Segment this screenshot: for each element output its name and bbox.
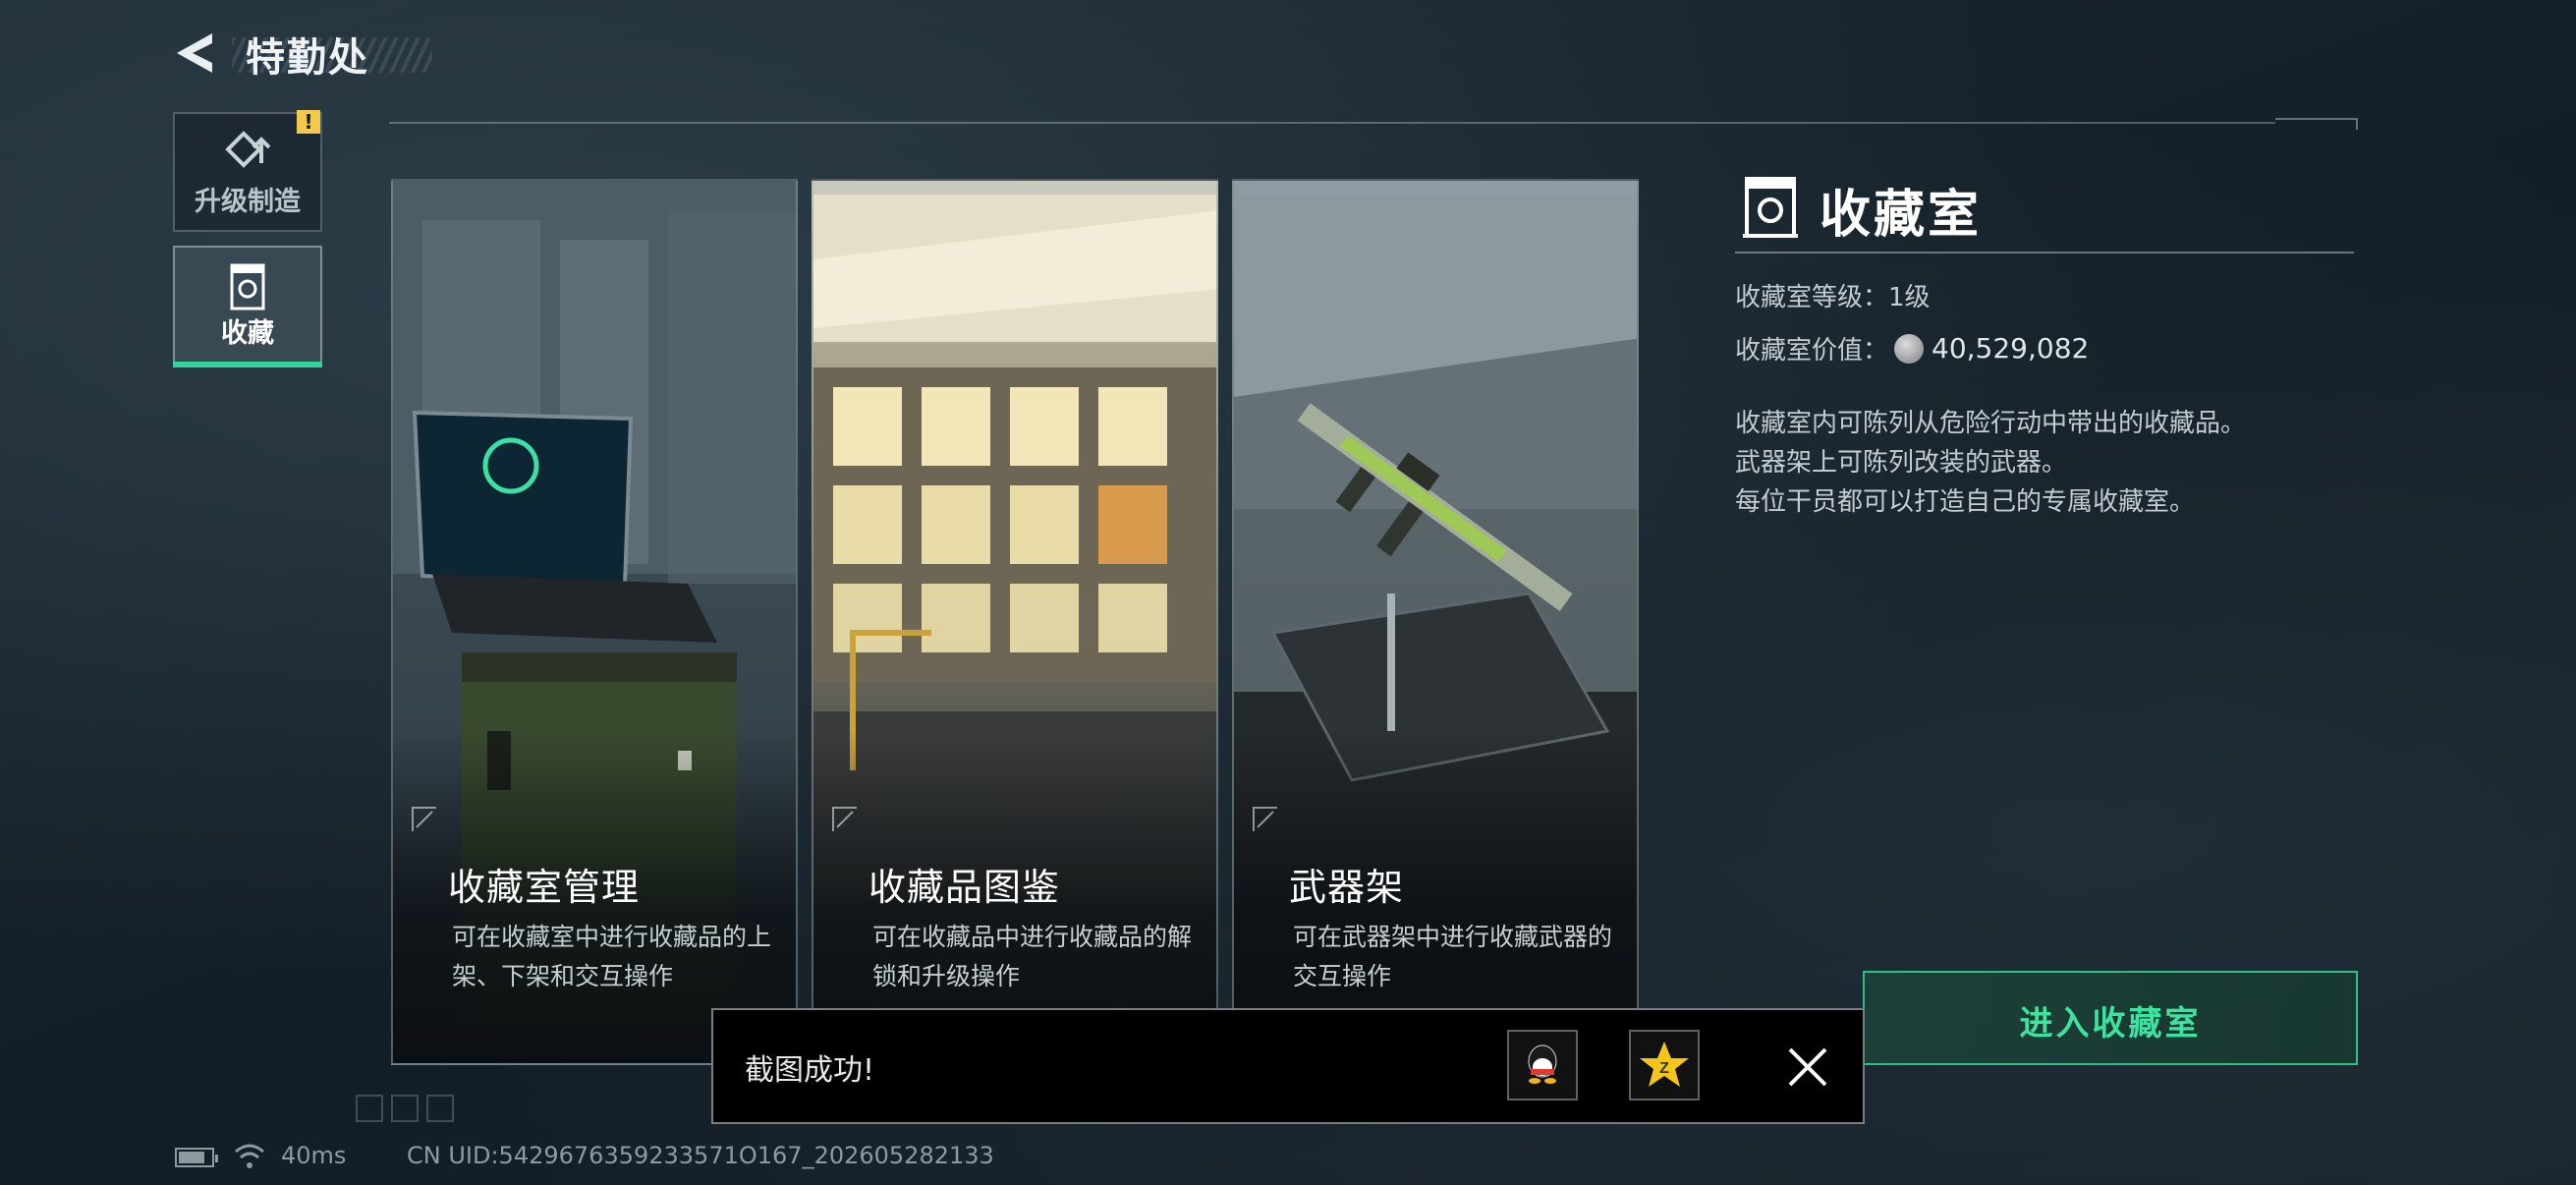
collection-room-icon — [1743, 177, 1798, 238]
panel-description-line: 武器架上可陈列改装的武器。 — [1735, 448, 2068, 478]
sidebar-item-collection[interactable]: 收藏 — [173, 246, 322, 367]
value-label: 收藏室价值： — [1735, 336, 1889, 366]
card-title: 收藏室管理 — [448, 866, 641, 909]
toast-message: 截图成功! — [745, 1053, 875, 1088]
decorative-square — [426, 1095, 454, 1122]
panel-divider — [1735, 252, 2354, 254]
close-icon[interactable] — [1778, 1038, 1837, 1097]
level-label: 收藏室等级： — [1735, 283, 1889, 312]
decorative-square — [391, 1095, 419, 1122]
sidebar-item-label: 升级制造 — [195, 187, 301, 217]
wifi-icon — [235, 1144, 264, 1168]
corner-mark-icon — [1253, 807, 1277, 831]
sidebar-item-label: 收藏 — [221, 318, 274, 349]
enter-button-label: 进入收藏室 — [2019, 1004, 2202, 1044]
panel-title: 收藏室 — [1820, 186, 1983, 245]
corner-mark-icon — [832, 807, 857, 831]
card-title: 收藏品图鉴 — [868, 866, 1061, 909]
qq-icon — [1528, 1044, 1557, 1084]
upgrade-craft-icon — [225, 131, 271, 168]
card-description: 可在收藏室中进行收藏品的上架、下架和交互操作 — [452, 923, 772, 990]
top-divider — [389, 122, 2275, 124]
decorative-square — [356, 1095, 383, 1122]
collection-cabinet-icon — [230, 263, 265, 310]
coin-icon — [1894, 333, 1925, 364]
card-title: 武器架 — [1289, 866, 1405, 909]
corner-mark-icon — [412, 807, 436, 831]
card-description: 可在武器架中进行收藏武器的交互操作 — [1293, 923, 1613, 990]
panel-description-line: 每位干员都可以打造自己的专属收藏室。 — [1735, 487, 2196, 517]
top-divider-end — [2275, 118, 2358, 130]
svg-text:Z: Z — [1659, 1060, 1669, 1077]
value-amount: 40,529,082 — [1932, 332, 2090, 365]
uid-text: CN UID:5429676359233571O167_202605282133 — [407, 1142, 994, 1169]
page-title: 特勤处 — [246, 35, 369, 81]
level-value: 1级 — [1888, 283, 1931, 312]
ping-value: 40ms — [281, 1142, 347, 1169]
card-weapon-rack[interactable]: 武器架 可在武器架中进行收藏武器的交互操作 — [1232, 179, 1639, 1065]
card-description: 可在收藏品中进行收藏品的解锁和升级操作 — [872, 923, 1193, 990]
share-qq-button[interactable] — [1507, 1030, 1578, 1100]
collection-value: 收藏室价值： 40,529,082 — [1735, 330, 2089, 367]
collection-level: 收藏室等级：1级 — [1735, 277, 1931, 313]
card-collection-room-management[interactable]: 收藏室管理 可在收藏室中进行收藏品的上架、下架和交互操作 — [391, 179, 798, 1065]
enter-collection-room-button[interactable]: 进入收藏室 — [1863, 971, 2358, 1065]
back-arrow-icon[interactable] — [173, 29, 220, 77]
qzone-icon: Z — [1640, 1042, 1689, 1087]
alert-badge: ! — [297, 110, 320, 134]
panel-description-line: 收藏室内可陈列从危险行动中带出的收藏品。 — [1735, 409, 2247, 438]
battery-icon — [175, 1148, 218, 1167]
card-collectible-catalog[interactable]: 收藏品图鉴 可在收藏品中进行收藏品的解锁和升级操作 — [812, 179, 1218, 1065]
screenshot-toast: 截图成功! Z — [711, 1008, 1865, 1124]
share-qzone-button[interactable]: Z — [1629, 1030, 1700, 1100]
